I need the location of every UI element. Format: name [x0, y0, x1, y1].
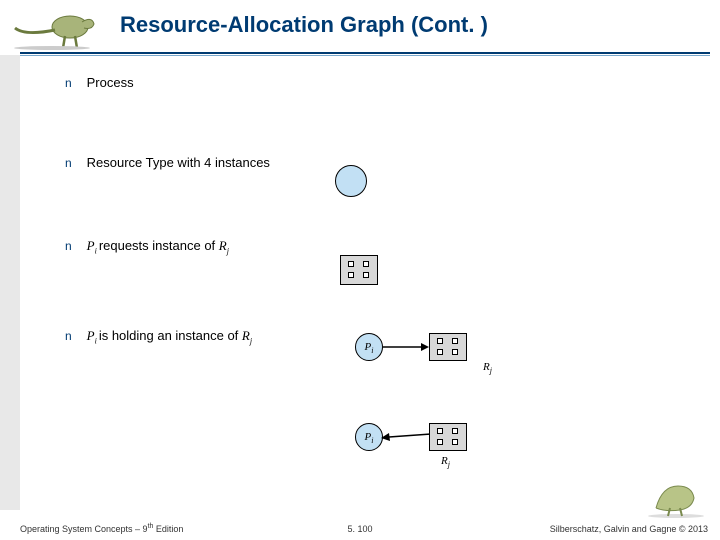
header: Resource-Allocation Graph (Cont. ): [0, 0, 720, 62]
process-node: Pi: [355, 333, 383, 361]
bullet-text: Resource Type with 4 instances: [87, 155, 270, 170]
r-symbol: R: [219, 238, 227, 253]
bullet-icon: n: [65, 329, 83, 343]
resource-4-icon: [340, 255, 378, 285]
assignment-arrow-icon: [379, 430, 431, 446]
bullet-requests: n Pi requests instance of Rj: [65, 238, 229, 256]
p-symbol: P: [87, 238, 95, 253]
bullet-icon: n: [65, 156, 83, 170]
i-sub: i: [371, 346, 373, 355]
text: is holding an instance of: [99, 328, 242, 343]
rule-thin: [20, 55, 710, 56]
j-sub: j: [227, 247, 229, 256]
bullet-icon: n: [65, 239, 83, 253]
process-node-icon: [335, 165, 367, 197]
bullet-process: n Process: [65, 75, 700, 93]
content-area: n Process n Resource Type with 4 instanc…: [65, 75, 700, 500]
bullet-icon: n: [65, 76, 83, 90]
slide-title: Resource-Allocation Graph (Cont. ): [120, 12, 488, 38]
bullet-text: Process: [87, 75, 134, 90]
rj-label: Rj: [483, 361, 492, 375]
footer-right: Silberschatz, Galvin and Gagne © 2013: [550, 524, 708, 534]
dinosaur-footer-icon: [646, 478, 706, 518]
resource-node: [429, 423, 467, 451]
left-sidebar: [0, 55, 20, 510]
p-symbol: P: [87, 328, 95, 343]
footer: Operating System Concepts – 9th Edition …: [0, 514, 720, 534]
text: requests instance of: [99, 238, 219, 253]
bullet-holding: n Pi is holding an instance of Rj: [65, 328, 252, 346]
r-symbol: R: [242, 328, 250, 343]
request-edge-diagram: Pi Rj: [355, 333, 475, 377]
rule-thick: [20, 52, 710, 54]
bullet-resource: n Resource Type with 4 instances: [65, 155, 270, 173]
dinosaur-icon: [10, 2, 95, 50]
assignment-edge-diagram: Pi Rj: [355, 423, 475, 481]
resource-node: [429, 333, 467, 361]
request-arrow-icon: [383, 343, 427, 355]
rj-label: Rj: [441, 455, 450, 469]
j-sub: j: [250, 337, 252, 346]
i-sub: i: [371, 436, 373, 445]
